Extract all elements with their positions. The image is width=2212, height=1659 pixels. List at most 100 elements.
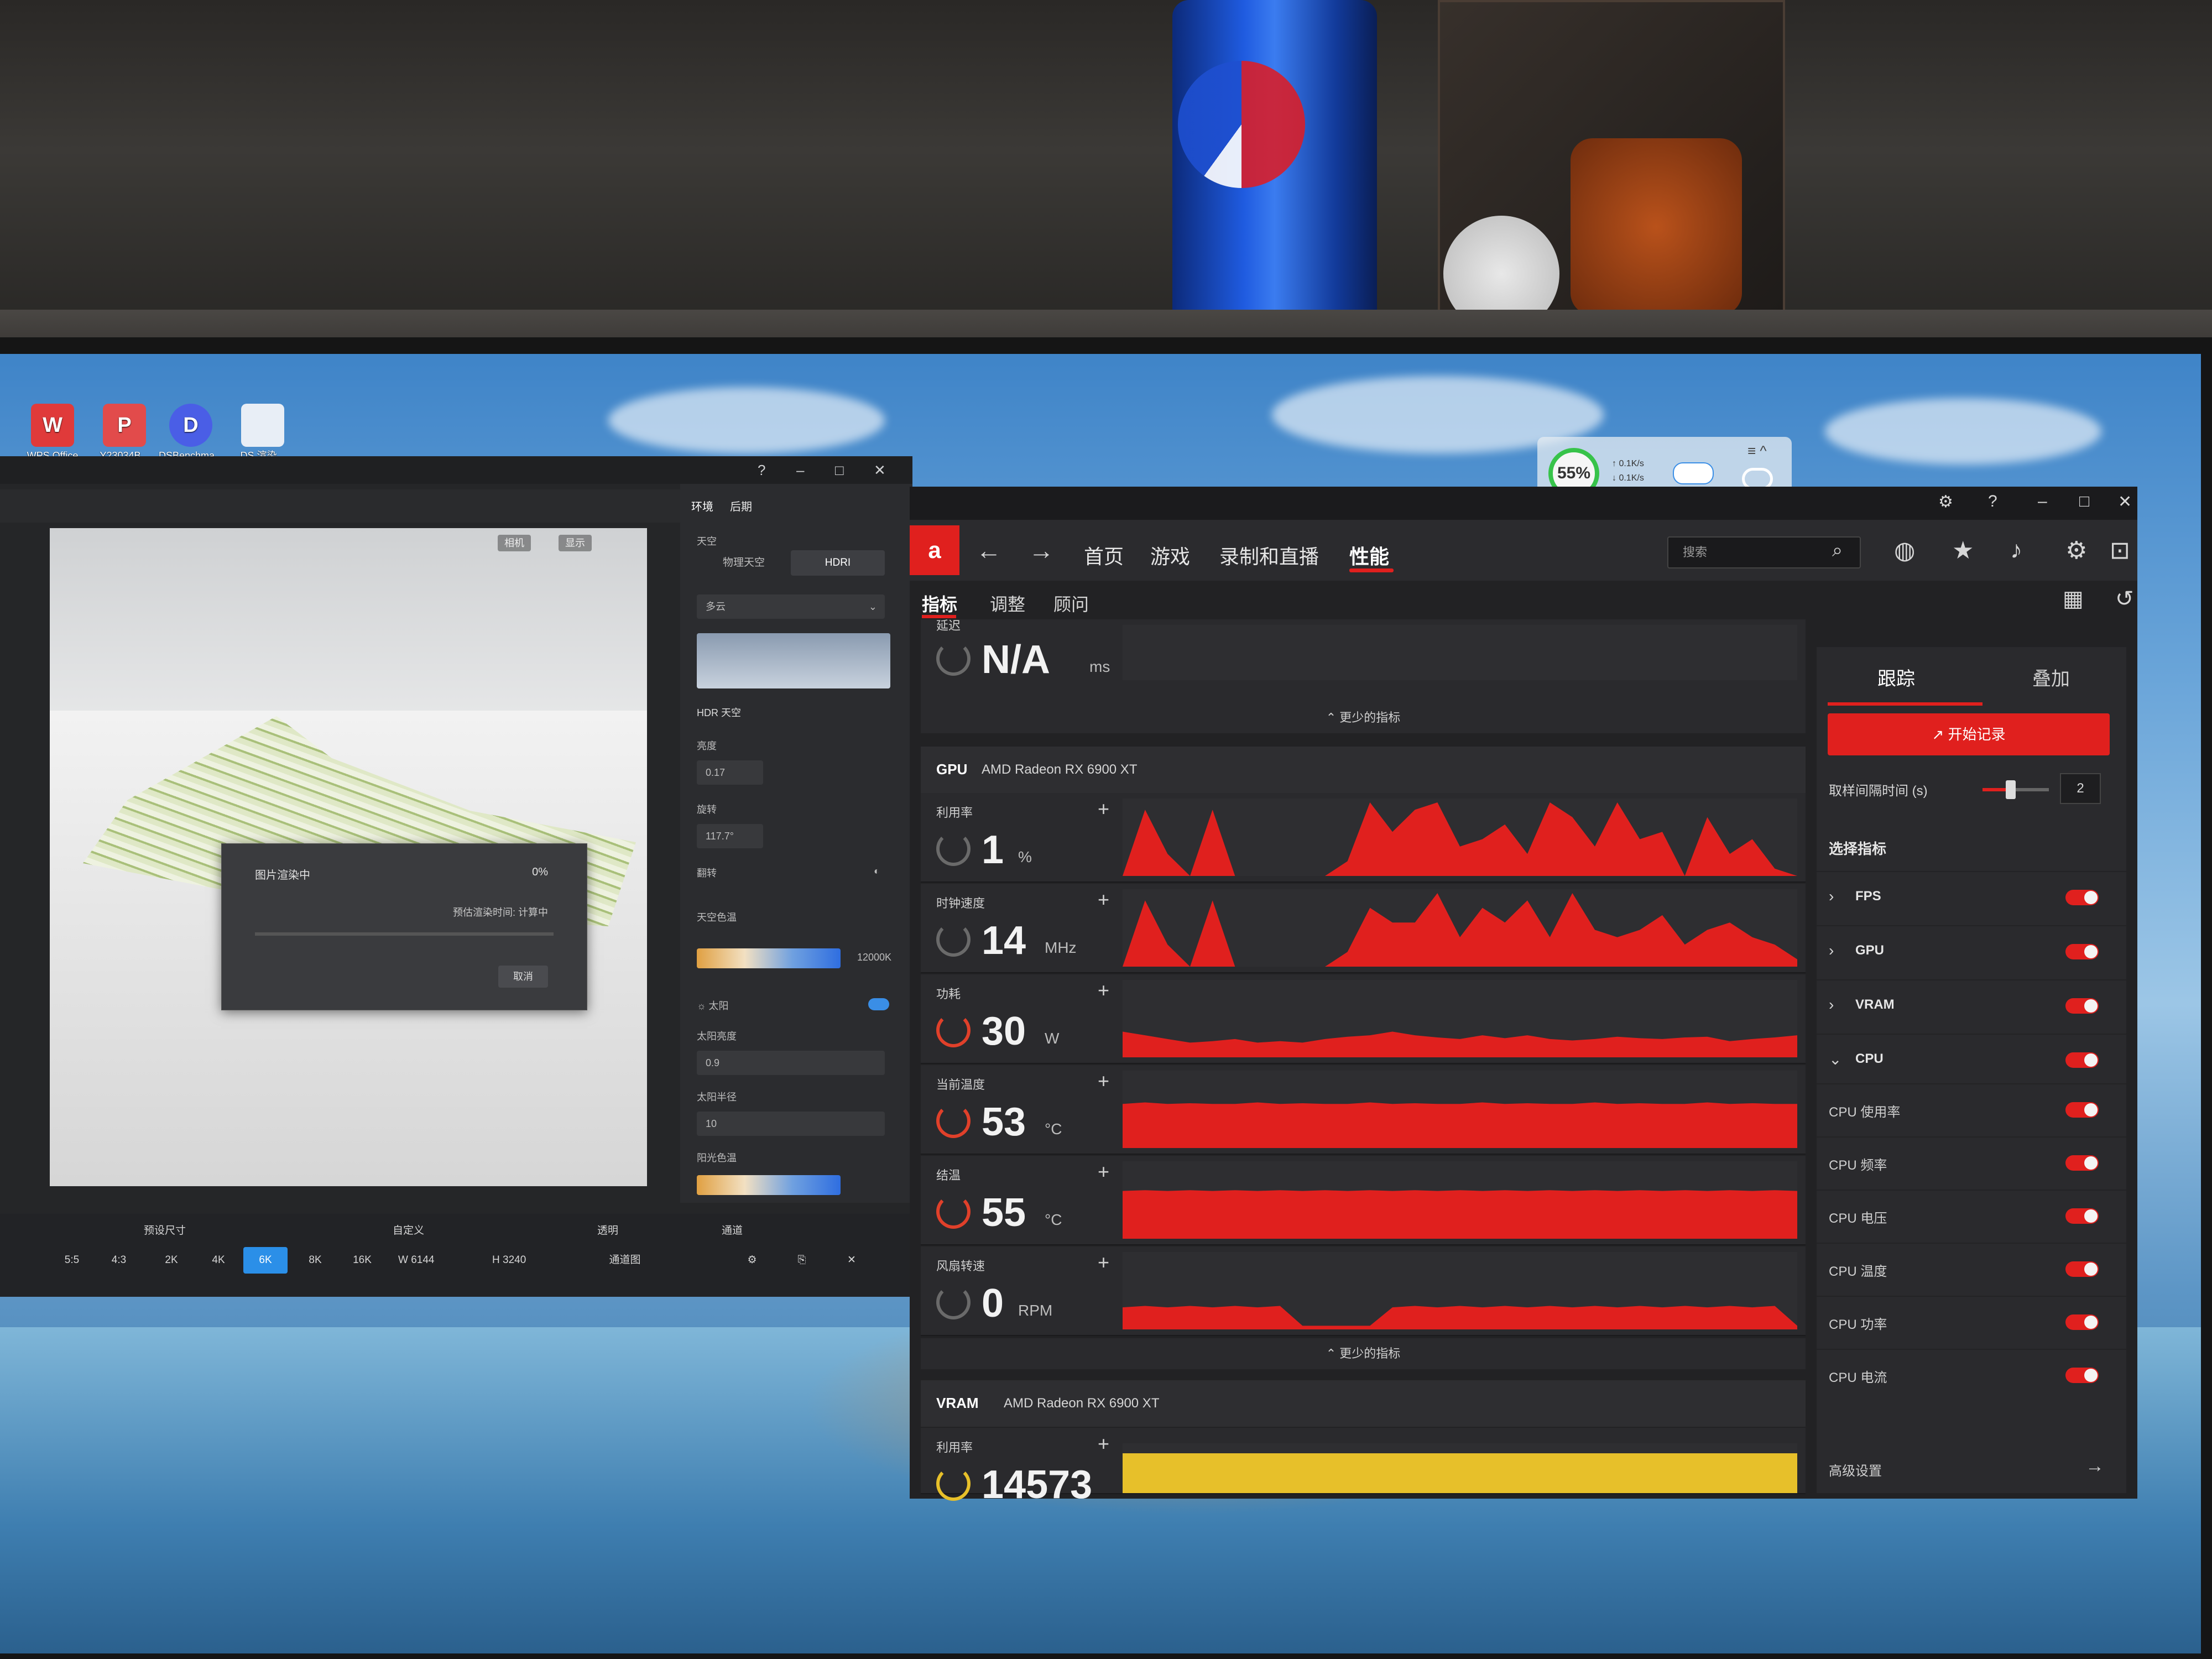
- advanced-settings-link[interactable]: 高级设置: [1829, 1460, 1882, 1479]
- close-icon[interactable]: ✕: [2118, 492, 2132, 512]
- forward-icon[interactable]: →: [1029, 535, 1054, 565]
- tracking-toggle[interactable]: [2065, 944, 2099, 959]
- tracking-toggle[interactable]: [2065, 1314, 2099, 1330]
- export-icon[interactable]: ⎘: [780, 1247, 824, 1274]
- minimize-icon[interactable]: –: [2038, 492, 2047, 511]
- brightness-field[interactable]: 0.17: [697, 760, 763, 785]
- collapse-metrics-button[interactable]: ⌃ 更少的指标: [921, 702, 1806, 733]
- grid-view-icon[interactable]: ▦: [2063, 586, 2084, 612]
- arrow-right-icon[interactable]: →: [2085, 1455, 2104, 1477]
- account-icon[interactable]: ⊡: [2110, 536, 2130, 565]
- chevron-down-icon[interactable]: ⌄: [1829, 1050, 1841, 1068]
- sky-color-slider[interactable]: [697, 948, 841, 968]
- tracking-toggle[interactable]: [2065, 1368, 2099, 1383]
- add-metric-icon[interactable]: +: [1098, 797, 1109, 821]
- tracking-toggle[interactable]: [2065, 890, 2099, 905]
- add-metric-icon[interactable]: +: [1098, 1432, 1109, 1455]
- nav-record-stream[interactable]: 录制和直播: [1219, 541, 1319, 570]
- back-icon[interactable]: ←: [976, 535, 1001, 565]
- width-field[interactable]: W 6144: [393, 1247, 440, 1274]
- desktop-icon[interactable]: DS 渲染...: [216, 404, 310, 461]
- help-icon[interactable]: ?: [758, 462, 765, 479]
- tracking-toggle[interactable]: [2065, 1102, 2099, 1118]
- reset-icon[interactable]: ↺: [2115, 586, 2134, 612]
- tab-overlay[interactable]: 叠加: [2032, 664, 2070, 691]
- hdri-tab[interactable]: HDRI: [791, 550, 885, 576]
- start-recording-button[interactable]: ↗ 开始记录: [1828, 713, 2110, 755]
- weather-select[interactable]: 多云 ⌄: [697, 594, 885, 619]
- sun-radius-field[interactable]: 10: [697, 1112, 885, 1136]
- sample-interval-field[interactable]: 2: [2060, 773, 2101, 804]
- size-4k[interactable]: 4K: [196, 1247, 241, 1274]
- sample-interval-slider[interactable]: [1983, 780, 2049, 799]
- star-icon[interactable]: ★: [1952, 536, 1974, 565]
- camera-tag[interactable]: 相机: [498, 535, 531, 551]
- rotation-field[interactable]: 117.7°: [697, 824, 763, 848]
- tracking-metric-row[interactable]: CPU 电压: [1817, 1190, 2126, 1244]
- tracking-metric-row[interactable]: ⌄ CPU: [1817, 1034, 2126, 1088]
- tracking-metric-row[interactable]: CPU 电流: [1817, 1349, 2126, 1403]
- size-6k[interactable]: 6K: [243, 1247, 288, 1274]
- maximize-icon[interactable]: □: [2079, 492, 2089, 511]
- add-metric-icon[interactable]: +: [1098, 888, 1109, 911]
- tracking-metric-row[interactable]: › GPU: [1817, 925, 2126, 979]
- chevron-right-icon[interactable]: ›: [1829, 996, 1834, 1014]
- tracking-toggle[interactable]: [2065, 1261, 2099, 1277]
- tracking-toggle[interactable]: [2065, 1052, 2099, 1068]
- height-field[interactable]: H 3240: [487, 1247, 531, 1274]
- physical-sky-tab[interactable]: 物理天空: [697, 550, 791, 576]
- sun-toggle[interactable]: [868, 998, 889, 1010]
- add-metric-icon[interactable]: +: [1098, 1070, 1109, 1093]
- tracking-toggle[interactable]: [2065, 1155, 2099, 1171]
- settings-icon[interactable]: ⚙: [730, 1247, 774, 1274]
- tab-environment[interactable]: 环境: [691, 498, 713, 514]
- add-metric-icon[interactable]: +: [1098, 1251, 1109, 1274]
- nav-home[interactable]: 首页: [1084, 541, 1124, 570]
- widget-menu-icon[interactable]: ≡ ^: [1747, 442, 1767, 460]
- chevron-right-icon[interactable]: ›: [1829, 942, 1834, 959]
- tracking-metric-row[interactable]: CPU 功率: [1817, 1296, 2126, 1350]
- tracking-metric-row[interactable]: CPU 温度: [1817, 1243, 2126, 1297]
- ratio-4-3[interactable]: 4:3: [97, 1247, 141, 1274]
- hdr-preview[interactable]: [697, 633, 890, 688]
- close-icon[interactable]: ✕: [830, 1247, 874, 1274]
- add-metric-icon[interactable]: +: [1098, 979, 1109, 1002]
- sun-brightness-field[interactable]: 0.9: [697, 1051, 885, 1075]
- bug-report-icon[interactable]: ⚙: [1938, 492, 1953, 512]
- globe-icon[interactable]: ◍: [1894, 536, 1915, 565]
- nav-games[interactable]: 游戏: [1150, 541, 1190, 570]
- gear-icon[interactable]: ⚙: [2065, 536, 2087, 565]
- widget-toggle[interactable]: [1673, 462, 1714, 484]
- help-icon[interactable]: ?: [1988, 492, 1997, 511]
- tracking-metric-row[interactable]: CPU 频率: [1817, 1136, 2126, 1191]
- contrast-icon[interactable]: ◐: [874, 865, 880, 877]
- add-metric-icon[interactable]: +: [1098, 1160, 1109, 1183]
- tracking-metric-row[interactable]: › VRAM: [1817, 979, 2126, 1034]
- slider-knob[interactable]: [2006, 780, 2016, 799]
- sun-color-slider[interactable]: [697, 1175, 841, 1195]
- chevron-right-icon[interactable]: ›: [1829, 888, 1834, 905]
- tracking-toggle[interactable]: [2065, 998, 2099, 1014]
- close-icon[interactable]: ✕: [874, 462, 886, 479]
- search-icon[interactable]: ⌕: [1832, 540, 1843, 561]
- tab-post[interactable]: 后期: [730, 498, 752, 514]
- maximize-icon[interactable]: □: [835, 462, 844, 479]
- tracking-metric-row[interactable]: CPU 使用率: [1817, 1083, 2126, 1138]
- size-16k[interactable]: 16K: [340, 1247, 384, 1274]
- collapse-metrics-button[interactable]: ⌃ 更少的指标: [921, 1338, 1806, 1369]
- size-2k[interactable]: 2K: [149, 1247, 194, 1274]
- minimize-icon[interactable]: –: [796, 462, 804, 479]
- nav-performance[interactable]: 性能: [1349, 541, 1389, 570]
- size-8k[interactable]: 8K: [293, 1247, 337, 1274]
- render-viewport[interactable]: 相机 显示 图片渲染中 0% 预估渲染时间: 计算中 取消: [50, 528, 647, 1186]
- bell-icon[interactable]: ♪: [2010, 536, 2022, 564]
- tab-metrics[interactable]: 指标: [922, 591, 957, 616]
- display-tag[interactable]: 显示: [559, 535, 592, 551]
- channel-image-button[interactable]: 通道图: [603, 1247, 647, 1274]
- tab-tuning[interactable]: 调整: [990, 591, 1025, 616]
- tracking-metric-row[interactable]: › FPS: [1817, 871, 2126, 925]
- tracking-toggle[interactable]: [2065, 1208, 2099, 1224]
- cancel-button[interactable]: 取消: [498, 966, 548, 988]
- ratio-5-5[interactable]: 5:5: [50, 1247, 94, 1274]
- tab-tracking[interactable]: 跟踪: [1877, 664, 1915, 691]
